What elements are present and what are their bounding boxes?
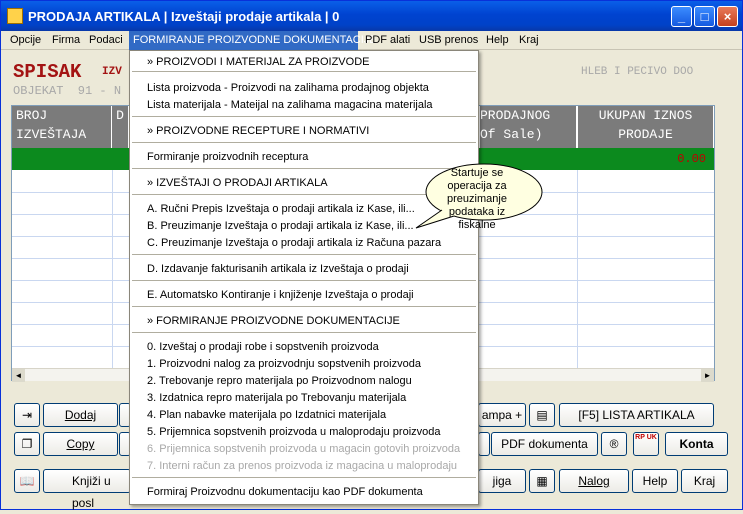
- nalog-button[interactable]: Nalog: [559, 469, 629, 493]
- document-icon[interactable]: ▤: [529, 403, 555, 427]
- knjiga-button[interactable]: jiga: [478, 469, 526, 493]
- rpuk-icon[interactable]: RP UK: [633, 432, 659, 456]
- scroll-right-icon[interactable]: ►: [701, 369, 714, 382]
- menu-item-a-rucni-prepis[interactable]: A. Ručni Prepis Izveštaja o prodaji arti…: [147, 203, 415, 215]
- menu-item-lista-materijala[interactable]: Lista materijala - Mateijal na zalihama …: [147, 99, 433, 111]
- column-header-d[interactable]: D: [112, 106, 129, 148]
- window-title: PRODAJA ARTIKALA | Izveštaji prodaje art…: [28, 9, 340, 24]
- pdf-icon[interactable]: [478, 432, 490, 456]
- menu-podaci[interactable]: Podaci: [85, 31, 127, 50]
- kraj-button[interactable]: Kraj: [681, 469, 728, 493]
- menu-item-pdf-dokumentacija[interactable]: Formiraj Proizvodnu dokumentaciju kao PD…: [147, 486, 423, 498]
- tooltip-text: Startuje se operacija za preuzimanje pod…: [447, 167, 507, 231]
- column-header-broj[interactable]: BROJ IZVEŠTAJA: [12, 106, 112, 148]
- menu-item-1-proizvodni-nalog[interactable]: 1. Proizvodni nalog za proizvodnju sopst…: [147, 358, 421, 370]
- list-heading: SPISAK: [13, 61, 82, 83]
- app-icon: [7, 8, 23, 24]
- add-icon[interactable]: ⇥: [14, 403, 40, 427]
- menu-item-formiranje-receptura[interactable]: Formiranje proizvodnih receptura: [147, 151, 308, 163]
- scroll-left-icon[interactable]: ◄: [12, 369, 25, 382]
- menu-item-c-preuzimanje-racun[interactable]: C. Preuzimanje Izveštaja o prodaji artik…: [147, 237, 441, 249]
- copy-icon[interactable]: ❐: [14, 432, 40, 456]
- menu-formiranje[interactable]: FORMIRANJE PROIZVODNE DOKUMENTACIJE: [129, 31, 377, 50]
- menu-item-7-interni-racun: 7. Interni račun za prenos proizvoda iz …: [147, 460, 458, 472]
- copy-button[interactable]: Copy: [43, 432, 118, 456]
- menu-item-lista-proizvoda[interactable]: Lista proizvoda - Proizvodi na zalihama …: [147, 82, 429, 94]
- book-icon[interactable]: 📖: [14, 469, 40, 493]
- column-header-prodajnog[interactable]: PRODAJNOG Of Sale): [480, 106, 577, 148]
- close-button[interactable]: ×: [717, 6, 738, 27]
- menu-item-d-izdavanje[interactable]: D. Izdavanje fakturisanih artikala iz Iz…: [147, 263, 409, 275]
- minimize-button[interactable]: _: [671, 6, 692, 27]
- help-button[interactable]: Help: [632, 469, 678, 493]
- menu-pdf-alati[interactable]: PDF alati: [361, 31, 414, 50]
- menu-item-proizvodi-header[interactable]: » PROIZVODI I MATERIJAL ZA PROIZVODE: [147, 56, 369, 68]
- menu-opcije[interactable]: Opcije: [6, 31, 45, 50]
- stampa-plus-button[interactable]: ampa +: [478, 403, 526, 427]
- menu-item-izvestaji-header[interactable]: » IZVEŠTAJI O PRODAJI ARTIKALA: [147, 177, 328, 189]
- row-amount: 0.00: [677, 152, 706, 166]
- menu-bar: Opcije Firma Podaci FORMIRANJE PROIZVODN…: [1, 31, 742, 50]
- menu-item-b-preuzimanje-kasa[interactable]: B. Preuzimanje Izveštaja o prodaji artik…: [147, 220, 414, 232]
- title-bar[interactable]: PRODAJA ARTIKALA | Izveštaji prodaje art…: [1, 1, 742, 31]
- list-heading-suffix: IZV: [102, 66, 122, 78]
- company-name: HLEB I PECIVO DOO: [581, 66, 694, 78]
- konta-button[interactable]: Konta: [665, 432, 728, 456]
- pdf-dokumenta-button[interactable]: PDF dokumenta: [491, 432, 598, 456]
- object-label: OBJEKAT 91 - N: [13, 84, 122, 98]
- registered-icon[interactable]: ®: [601, 432, 627, 456]
- menu-item-2-trebovanje[interactable]: 2. Trebovanje repro materijala po Proizv…: [147, 375, 412, 387]
- main-window: PRODAJA ARTIKALA | Izveštaji prodaje art…: [0, 0, 743, 510]
- menu-item-5-prijemnica-maloprodaja[interactable]: 5. Prijemnica sopstvenih proizvoda u mal…: [147, 426, 441, 438]
- menu-kraj[interactable]: Kraj: [515, 31, 543, 50]
- menu-item-formiranje-header[interactable]: » FORMIRANJE PROIZVODNE DOKUMENTACIJE: [147, 315, 400, 327]
- menu-firma[interactable]: Firma: [48, 31, 84, 50]
- column-header-ukupan-iznos[interactable]: UKUPAN IZNOS PRODAJE: [578, 106, 714, 148]
- menu-item-4-plan-nabavke[interactable]: 4. Plan nabavke materijala po Izdatnici …: [147, 409, 386, 421]
- maximize-button[interactable]: □: [694, 6, 715, 27]
- menu-item-e-kontiranje[interactable]: E. Automatsko Kontiranje i knjiženje Izv…: [147, 289, 414, 301]
- lista-artikala-button[interactable]: [F5] LISTA ARTIKALA: [559, 403, 714, 427]
- menu-usb-prenos[interactable]: USB prenos: [415, 31, 482, 50]
- formiranje-dropdown-menu: » PROIZVODI I MATERIJAL ZA PROIZVODE Lis…: [129, 50, 479, 505]
- menu-item-0-izvestaj[interactable]: 0. Izveštaj o prodaji robe i sopstvenih …: [147, 341, 379, 353]
- menu-item-6-prijemnica-magacin: 6. Prijemnica sopstvenih proizvoda u mag…: [147, 443, 461, 455]
- menu-help[interactable]: Help: [482, 31, 513, 50]
- knjizi-button[interactable]: Knjiži u posl: [43, 469, 131, 510]
- menu-item-recepture-header[interactable]: » PROIZVODNE RECEPTURE I NORMATIVI: [147, 125, 369, 137]
- dodaj-button[interactable]: Dodaj: [43, 403, 118, 427]
- menu-item-3-izdatnica[interactable]: 3. Izdatnica repro materijala po Trebova…: [147, 392, 406, 404]
- calculator-icon[interactable]: ▦: [529, 469, 555, 493]
